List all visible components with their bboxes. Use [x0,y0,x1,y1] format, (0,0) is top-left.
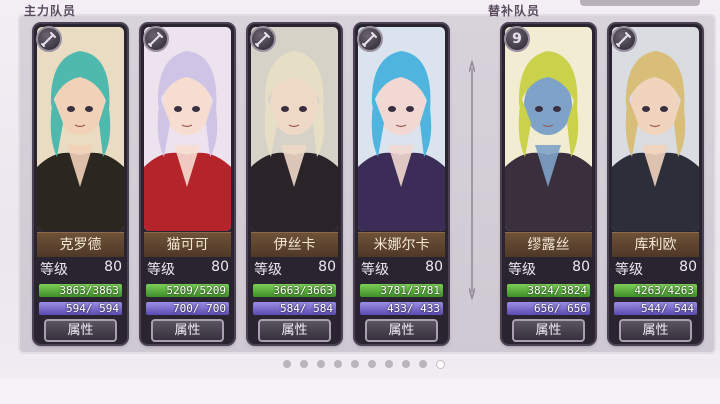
swap-divider-icon [469,60,475,300]
character-name: 米娜尔卡 [358,232,445,257]
hp-bar: 3863/3863 [39,284,122,297]
character-card[interactable]: 9 缪露丝 等级 80 3824/3824 656/ 656 属性 [502,24,595,344]
character-card[interactable]: 猫可可 等级 80 5209/5209 700/ 700 属性 [141,24,234,344]
attributes-button[interactable]: 属性 [365,319,438,342]
character-name: 伊丝卡 [251,232,338,257]
page-dot[interactable] [317,360,325,368]
portrait-frame [612,27,699,231]
mp-bar: 544/ 544 [614,302,697,315]
level-label: 等级 [361,262,389,278]
character-portrait [505,27,592,231]
level-row: 等级 80 [147,259,229,279]
level-label: 等级 [508,262,536,278]
mp-bar: 656/ 656 [507,302,590,315]
weapon-icon [36,26,62,52]
character-portrait [37,27,124,231]
character-card[interactable]: 伊丝卡 等级 80 3663/3663 584/ 584 属性 [248,24,341,344]
level-label: 等级 [147,262,175,278]
level-label: 等级 [254,262,282,278]
level-value: 80 [679,259,697,275]
attributes-button[interactable]: 属性 [512,319,585,342]
hp-bar: 3663/3663 [253,284,336,297]
page-dot[interactable] [283,360,291,368]
page-dot[interactable] [436,359,445,369]
rank-badge: 9 [504,26,530,52]
page-dot[interactable] [334,360,342,368]
level-value: 80 [572,259,590,275]
character-name: 猫可可 [144,232,231,257]
page-dot[interactable] [368,360,376,368]
attributes-button[interactable]: 属性 [44,319,117,342]
attributes-button[interactable]: 属性 [619,319,692,342]
page-dot[interactable] [385,360,393,368]
portrait-frame [144,27,231,231]
page-indicator[interactable] [283,358,445,370]
bottom-strip [0,378,720,404]
level-value: 80 [211,259,229,275]
hp-bar: 3781/3781 [360,284,443,297]
level-value: 80 [318,259,336,275]
page-dot[interactable] [351,360,359,368]
attributes-button[interactable]: 属性 [151,319,224,342]
portrait-frame [37,27,124,231]
portrait-frame [505,27,592,231]
level-row: 等级 80 [361,259,443,279]
main-members-label: 主力队员 [24,4,77,18]
weapon-icon [611,26,637,52]
character-portrait [144,27,231,231]
hp-bar: 5209/5209 [146,284,229,297]
weapon-icon [143,26,169,52]
portrait-frame [358,27,445,231]
weapon-icon [357,26,383,52]
character-name: 克罗德 [37,232,124,257]
level-value: 80 [425,259,443,275]
page-dot[interactable] [402,360,410,368]
character-portrait [358,27,445,231]
hp-bar: 3824/3824 [507,284,590,297]
character-name: 库利欧 [612,232,699,257]
character-portrait [612,27,699,231]
level-label: 等级 [615,262,643,278]
character-name: 缪露丝 [505,232,592,257]
portrait-frame [251,27,338,231]
reserve-members-label: 替补队员 [488,4,541,18]
mp-bar: 433/ 433 [360,302,443,315]
weapon-icon [250,26,276,52]
level-row: 等级 80 [254,259,336,279]
page-dot[interactable] [419,360,427,368]
character-card[interactable]: 库利欧 等级 80 4263/4263 544/ 544 属性 [609,24,702,344]
page-dot[interactable] [300,360,308,368]
level-value: 80 [104,259,122,275]
hp-bar: 4263/4263 [614,284,697,297]
character-card[interactable]: 克罗德 等级 80 3863/3863 594/ 594 属性 [34,24,127,344]
level-row: 等级 80 [508,259,590,279]
character-portrait [251,27,338,231]
level-row: 等级 80 [40,259,122,279]
attributes-button[interactable]: 属性 [258,319,331,342]
mp-bar: 700/ 700 [146,302,229,315]
character-card[interactable]: 米娜尔卡 等级 80 3781/3781 433/ 433 属性 [355,24,448,344]
top-bar-decoration [580,0,700,6]
level-row: 等级 80 [615,259,697,279]
mp-bar: 594/ 594 [39,302,122,315]
mp-bar: 584/ 584 [253,302,336,315]
level-label: 等级 [40,262,68,278]
